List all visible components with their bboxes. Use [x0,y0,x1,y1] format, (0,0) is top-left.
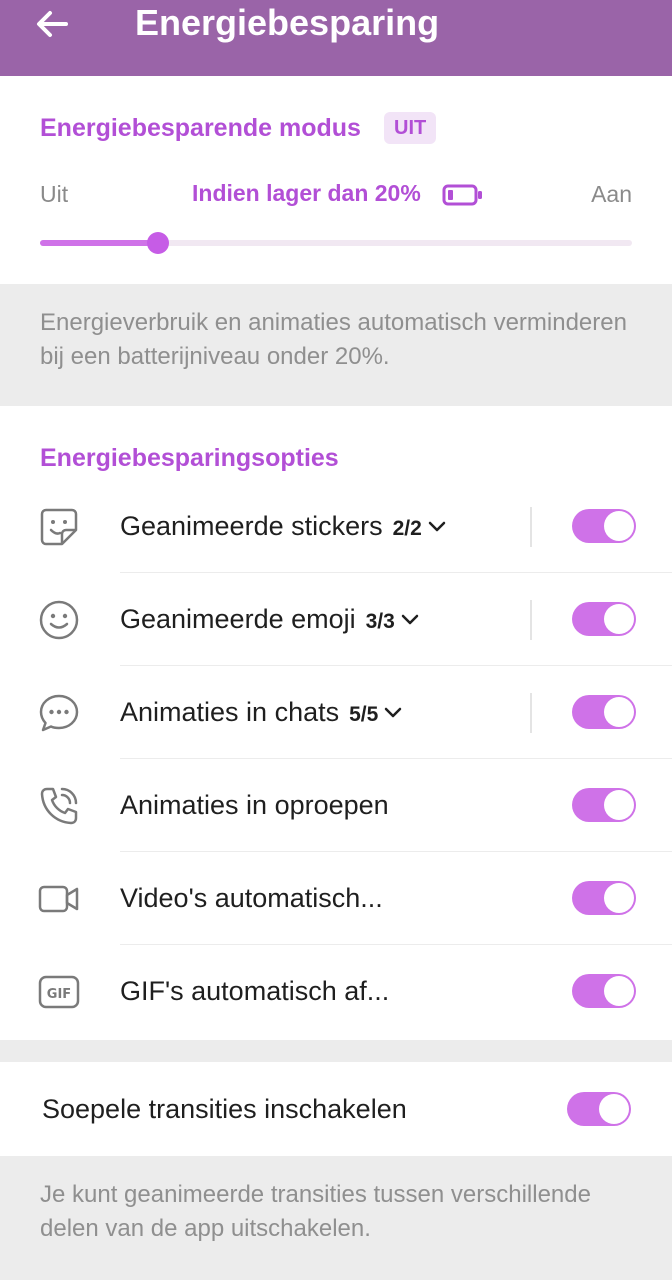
chats-toggle[interactable] [572,695,636,729]
toggle-knob [599,1094,629,1124]
option-label: Video's automatisch... [120,883,383,913]
chevron-down-icon[interactable] [401,614,419,626]
smooth-transitions-toggle[interactable] [567,1092,631,1126]
slider-max-label: Aan [591,181,632,207]
smiley-icon [39,600,79,640]
stickers-toggle[interactable] [572,509,636,543]
chevron-down-icon[interactable] [428,521,446,533]
gif-autoplay-toggle[interactable] [572,974,636,1008]
option-label: Geanimeerde emoji 3/3 [120,573,419,666]
energy-saving-mode-title: Energiebesparende modus [40,114,361,142]
back-button[interactable] [30,4,74,44]
phone-call-icon [40,787,78,825]
toggle-knob [604,883,634,913]
arrow-left-icon [37,11,68,37]
option-label: GIF's automatisch af... [120,976,390,1006]
energy-saving-options-section: Energiebesparingsopties Geanimeerde stic… [0,406,672,1040]
smooth-transitions-description: Je kunt geanimeerde transities tussen ve… [40,1181,591,1242]
battery-low-icon [442,184,482,206]
option-row-calls[interactable]: Animaties in oproepen [0,759,672,852]
toggle-knob [604,604,634,634]
chevron-down-icon[interactable] [384,707,402,719]
smooth-transitions-section[interactable]: Soepele transities inschakelen [0,1062,672,1156]
option-row-emoji[interactable]: Geanimeerde emoji 3/3 [0,573,672,666]
smooth-transitions-label: Soepele transities inschakelen [42,1094,407,1124]
slider-min-label: Uit [40,181,69,207]
app-header: Energiebesparing [0,0,672,76]
slider-current-value: Indien lager dan 20% [192,180,421,206]
option-row-stickers[interactable]: Geanimeerde stickers 2/2 [0,480,672,573]
video-autoplay-toggle[interactable] [572,881,636,915]
energy-saving-mode-section: Energiebesparende modus UIT Uit Indien l… [0,76,672,284]
chat-bubble-icon [39,694,79,732]
gif-icon: GIF [38,975,80,1009]
options-section-title: Energiebesparingsopties [40,444,339,472]
option-row-video[interactable]: Video's automatisch... [0,852,672,945]
slider-fill [40,240,159,246]
vertical-separator [530,600,532,640]
status-badge: UIT [384,112,437,144]
page-title: Energiebesparing [135,2,440,43]
option-label: Animaties in chats 5/5 [120,666,402,759]
energy-saving-mode-description: Energieverbruik en animaties automatisch… [40,309,627,370]
toggle-knob [604,790,634,820]
emoji-toggle[interactable] [572,602,636,636]
sticker-icon [40,508,78,546]
vertical-separator [530,507,532,547]
toggle-knob [604,976,634,1006]
toggle-knob [604,511,634,541]
slider-thumb[interactable] [147,232,170,254]
battery-threshold-slider[interactable] [40,232,632,254]
option-row-gif[interactable]: GIF GIF's automatisch af... [0,945,672,1038]
calls-toggle[interactable] [572,788,636,822]
option-row-chats[interactable]: Animaties in chats 5/5 [0,666,672,759]
vertical-separator [530,693,532,733]
option-label: Geanimeerde stickers 2/2 [120,480,446,573]
video-camera-icon [38,885,79,913]
option-label: Animaties in oproepen [120,790,389,820]
svg-text:GIF: GIF [47,987,71,1002]
toggle-knob [604,697,634,727]
